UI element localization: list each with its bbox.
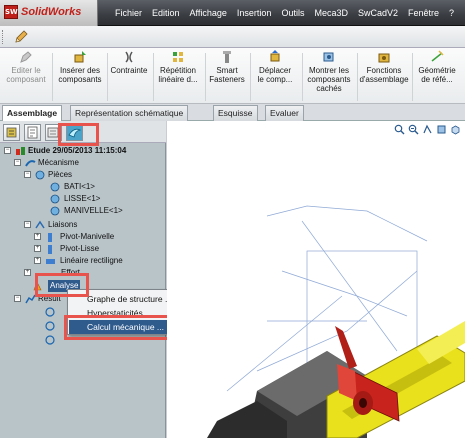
collapse-icon[interactable]: − bbox=[24, 171, 31, 178]
ribbon-button-show-hidden[interactable]: Montrer les composants cachés bbox=[303, 50, 355, 93]
result-item-icon bbox=[45, 321, 55, 331]
property-manager-tab[interactable] bbox=[24, 124, 41, 141]
quick-access-toolbar bbox=[0, 26, 465, 48]
menu-item[interactable]: Edition bbox=[147, 0, 185, 26]
command-tab[interactable]: Esquisse bbox=[213, 105, 258, 121]
command-tab[interactable]: Evaluer bbox=[265, 105, 304, 121]
title-bar: SW SolidWorks Fichier Edition Affichage Ins… bbox=[0, 0, 465, 26]
menu-item[interactable]: ? bbox=[444, 0, 459, 26]
insert-components-icon bbox=[74, 51, 86, 63]
pivot-icon bbox=[48, 233, 52, 242]
tree-item-joints[interactable]: − Liaisons bbox=[24, 219, 164, 231]
tree-item-parts[interactable]: − Pièces bbox=[24, 169, 164, 181]
menu-item[interactable]: Outils bbox=[276, 0, 309, 26]
ribbon-button-label: Répétition linéaire d... bbox=[158, 66, 198, 84]
pivot-icon bbox=[48, 245, 52, 254]
collapse-icon[interactable]: − bbox=[14, 159, 21, 166]
part-icon bbox=[50, 206, 60, 216]
ribbon-button-edit-component[interactable]: Editer le composant bbox=[2, 50, 50, 84]
expand-icon[interactable]: + bbox=[34, 233, 41, 240]
tree-item-mechanism[interactable]: − Mécanisme bbox=[14, 157, 164, 169]
command-tabs: Assemblage Représentation schématique Esqu… bbox=[0, 104, 465, 122]
show-hidden-icon bbox=[323, 52, 334, 62]
tree-item-study[interactable]: − Etude 29/05/2013 11:15:04 bbox=[4, 145, 166, 157]
result-item-icon bbox=[45, 335, 55, 345]
graphics-viewport[interactable] bbox=[167, 121, 465, 438]
reference-geometry-icon bbox=[431, 50, 444, 62]
move-component-icon bbox=[270, 50, 280, 62]
study-icon bbox=[16, 147, 25, 155]
solidworks-logo-icon: SW bbox=[4, 5, 18, 19]
app-name: SolidWorks bbox=[21, 6, 82, 18]
main-menu: Fichier Edition Affichage Insertion Outils Me… bbox=[110, 0, 459, 26]
feature-tree-icon bbox=[6, 127, 17, 138]
command-tab[interactable]: Représentation schématique bbox=[70, 105, 189, 121]
expand-icon[interactable]: + bbox=[34, 257, 41, 264]
highlight-analysis bbox=[35, 273, 89, 297]
edit-component-icon bbox=[20, 51, 32, 63]
highlight-mechanical-calculation bbox=[64, 315, 174, 340]
menu-item[interactable]: Fichier bbox=[110, 0, 147, 26]
menu-item[interactable]: Affichage bbox=[185, 0, 232, 26]
ribbon-button-label: Déplacer le comp... bbox=[257, 66, 293, 84]
pencil-icon[interactable] bbox=[13, 29, 29, 45]
command-tab[interactable]: Assemblage bbox=[2, 105, 63, 122]
ribbon-button-label: Géométrie de réfé... bbox=[418, 66, 456, 84]
app-logo[interactable]: SW SolidWorks bbox=[0, 0, 98, 26]
highlight-meca3d-tab bbox=[58, 123, 99, 146]
linear-pattern-icon bbox=[173, 52, 183, 62]
ribbon-button-label: Contrainte bbox=[110, 66, 148, 75]
feature-tree-tab[interactable] bbox=[3, 124, 20, 141]
menu-item[interactable]: Meca3D bbox=[309, 0, 353, 26]
toolbar-grip[interactable] bbox=[2, 30, 4, 44]
menu-item[interactable]: Insertion bbox=[232, 0, 277, 26]
ribbon-button-label: Insérer des composants bbox=[58, 66, 102, 84]
ribbon-button-reference-geometry[interactable]: Géométrie de réfé... bbox=[413, 50, 461, 84]
mate-icon bbox=[125, 51, 133, 63]
expand-icon[interactable]: + bbox=[24, 269, 31, 276]
joints-icon bbox=[35, 220, 45, 229]
collapse-icon[interactable]: − bbox=[4, 147, 11, 154]
ribbon-button-insert-components[interactable]: Insérer des composants bbox=[55, 50, 105, 84]
menu-item[interactable]: SwCadV2 bbox=[353, 0, 403, 26]
ribbon-button-label: Smart Fasteners bbox=[209, 66, 245, 84]
ribbon-button-label: Editer le composant bbox=[6, 66, 46, 84]
ribbon-button-linear-pattern[interactable]: Répétition linéaire d... bbox=[153, 50, 203, 84]
linear-joint-icon bbox=[46, 259, 55, 264]
ribbon-button-smart-fasteners[interactable]: Smart Fasteners bbox=[206, 50, 248, 84]
ribbon-button-assembly-features[interactable]: Fonctions d'assemblage bbox=[358, 50, 410, 84]
parts-icon bbox=[35, 170, 45, 180]
menu-item[interactable]: Fenêtre bbox=[403, 0, 444, 26]
mechanism-icon bbox=[25, 160, 36, 167]
command-manager-ribbon: Editer le composant Insérer des composants C… bbox=[0, 48, 465, 104]
ribbon-button-label: Montrer les composants cachés bbox=[307, 66, 351, 93]
ribbon-separator bbox=[52, 53, 53, 101]
collapse-icon[interactable]: − bbox=[24, 221, 31, 228]
result-item-icon bbox=[45, 307, 55, 317]
expand-icon[interactable]: + bbox=[34, 245, 41, 252]
ribbon-button-move-component[interactable]: Déplacer le comp... bbox=[250, 50, 300, 84]
collapse-icon[interactable]: − bbox=[14, 295, 21, 302]
part-icon bbox=[50, 194, 60, 204]
ribbon-button-mate[interactable]: Contrainte bbox=[107, 50, 151, 75]
ribbon-button-label: Fonctions d'assemblage bbox=[359, 66, 409, 84]
assembly-features-icon bbox=[378, 53, 390, 63]
part-icon bbox=[50, 182, 60, 192]
smart-fasteners-icon bbox=[223, 51, 231, 63]
property-manager-icon bbox=[27, 126, 38, 139]
assembly-3d-view bbox=[207, 205, 465, 438]
